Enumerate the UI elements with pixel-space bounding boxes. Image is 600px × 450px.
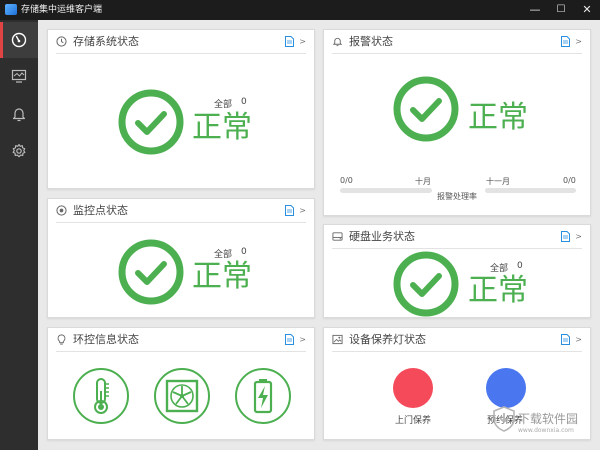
ok-check-icon (393, 76, 459, 142)
report-icon[interactable] (561, 231, 570, 242)
watermark-shield-logo (493, 406, 515, 432)
onsite-maintenance-label: 上门保养 (395, 416, 432, 426)
minimize-button[interactable]: — (524, 0, 546, 20)
gauge-icon (11, 32, 27, 48)
more-link[interactable]: > (575, 328, 582, 352)
report-icon[interactable] (561, 334, 570, 345)
camera-icon (56, 205, 67, 216)
alarm-status-panel: 报警状态 > 正常 0/0 十月 十一月 0/0 报警处理率 (323, 29, 591, 216)
ok-check-icon (393, 251, 459, 317)
panel-header: 监控点状态 > (56, 199, 306, 223)
app-logo-icon (5, 4, 17, 15)
bell-icon (332, 37, 343, 47)
more-link[interactable]: > (299, 30, 306, 54)
thermometer-icon[interactable] (72, 367, 130, 425)
gear-icon (12, 143, 26, 158)
left-alarm-count: 0/0 (340, 176, 353, 185)
more-link[interactable]: > (299, 199, 306, 223)
total-label: 全部 (214, 100, 233, 110)
monitor-icon (11, 69, 27, 83)
right-alarm-count: 0/0 (563, 176, 576, 185)
close-button[interactable]: ✕ (576, 0, 598, 20)
title-bar: 存储集中运维客户端 — ☐ ✕ (0, 0, 600, 20)
storage-status-panel: 存储系统状态 > 全部 0 正常 (47, 29, 315, 189)
report-icon[interactable] (561, 36, 570, 47)
clock-icon (56, 36, 67, 47)
ok-check-icon (118, 239, 184, 305)
report-icon[interactable] (285, 334, 294, 345)
panel-title: 设备保养灯状态 (349, 333, 426, 346)
alarm-rate-label: 报警处理率 (437, 192, 477, 201)
sidebar-item-dashboard[interactable] (0, 22, 38, 58)
status-normal-text: 正常 (468, 100, 528, 135)
image-icon (332, 334, 343, 345)
left-alarm-progress (340, 188, 432, 193)
panel-title: 环控信息状态 (73, 333, 139, 346)
maximize-button[interactable]: ☐ (550, 0, 572, 20)
panel-header: 环控信息状态 > (56, 328, 306, 352)
panel-title: 存储系统状态 (73, 35, 139, 48)
panel-title: 监控点状态 (73, 204, 128, 217)
watermark-url: www.downxia.com (518, 427, 574, 434)
sidebar-item-monitor[interactable] (0, 58, 38, 94)
monitor-status-panel: 监控点状态 > 全部 0 正常 (47, 198, 315, 318)
ok-check-icon (118, 89, 184, 155)
battery-icon[interactable] (234, 367, 292, 425)
onsite-maintenance-light[interactable] (393, 368, 433, 408)
hard-disk-icon (332, 232, 343, 241)
bell-icon (12, 108, 26, 122)
disk-status-panel: 硬盘业务状态 > 全部 0 正常 (323, 224, 591, 318)
total-count: 0 (241, 97, 247, 107)
right-month-label: 十一月 (486, 177, 510, 186)
lightbulb-icon (57, 334, 66, 345)
panel-title: 硬盘业务状态 (349, 230, 415, 243)
sidebar-item-settings[interactable] (0, 133, 38, 169)
report-icon[interactable] (285, 36, 294, 47)
right-alarm-progress (485, 188, 576, 193)
panel-header: 硬盘业务状态 > (332, 225, 582, 249)
window-title: 存储集中运维客户端 (21, 5, 103, 15)
watermark: 下载软件园 www.downxia.com (492, 400, 600, 450)
report-icon[interactable] (285, 205, 294, 216)
status-normal-text: 正常 (468, 273, 528, 308)
total-count: 0 (517, 261, 523, 271)
panel-header: 设备保养灯状态 > (332, 328, 582, 352)
sidebar (0, 20, 38, 450)
panel-header: 存储系统状态 > (56, 30, 306, 54)
total-count: 0 (241, 247, 247, 257)
left-month-label: 十月 (415, 177, 431, 186)
panel-header: 报警状态 > (332, 30, 582, 54)
fan-icon[interactable] (153, 367, 211, 425)
more-link[interactable]: > (575, 225, 582, 249)
more-link[interactable]: > (299, 328, 306, 352)
status-normal-text: 正常 (192, 259, 252, 294)
status-normal-text: 正常 (192, 110, 252, 145)
more-link[interactable]: > (575, 30, 582, 54)
watermark-name: 下载软件园 (518, 412, 579, 426)
sidebar-item-alerts[interactable] (0, 96, 38, 132)
panel-title: 报警状态 (349, 35, 393, 48)
env-status-panel: 环控信息状态 > (47, 327, 315, 440)
